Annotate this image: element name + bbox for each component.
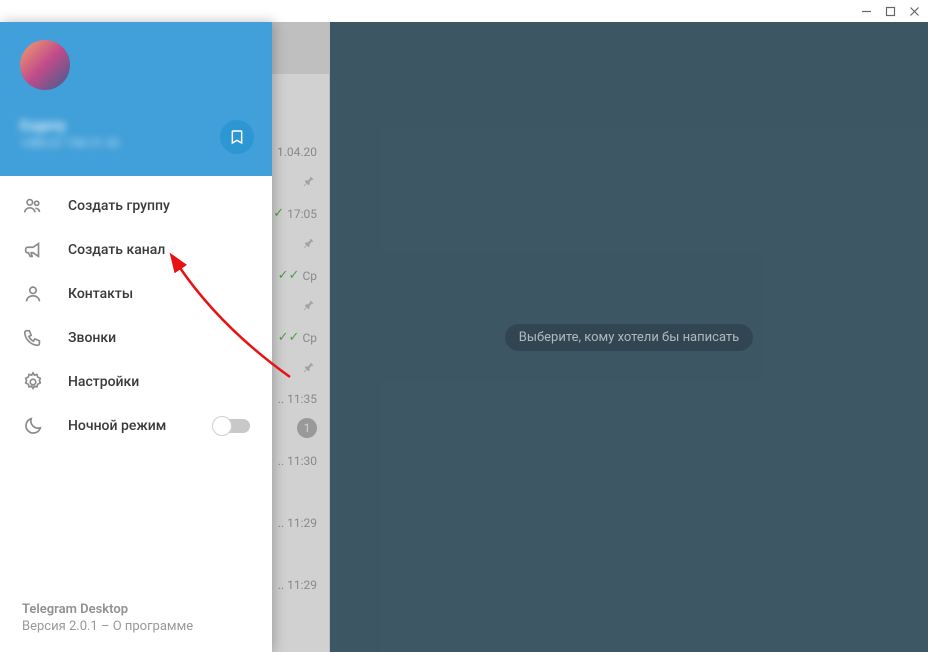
drawer-header: Eugeny +380 67 744 21 42 [0,22,272,176]
app-version[interactable]: Версия 2.0.1 – О программе [22,619,250,634]
menu-item-label: Создать группу [68,198,170,214]
menu-new-group[interactable]: Создать группу [0,184,272,228]
menu-settings[interactable]: Настройки [0,360,272,404]
menu-item-label: Создать канал [68,242,165,258]
main-drawer: Eugeny +380 67 744 21 42 Создать группу … [0,22,272,652]
night-mode-toggle[interactable] [214,419,250,433]
moon-icon [22,415,44,437]
menu-contacts[interactable]: Контакты [0,272,272,316]
gear-icon [22,371,44,393]
app-name: Telegram Desktop [22,602,250,617]
menu-item-label: Контакты [68,286,133,302]
menu-night-mode[interactable]: Ночной режим [0,404,272,448]
menu-item-label: Настройки [68,374,139,390]
drawer-menu: Создать группу Создать канал Контакты Зв… [0,176,272,588]
maximize-button[interactable] [884,5,896,17]
close-button[interactable] [908,5,920,17]
drawer-footer: Telegram Desktop Версия 2.0.1 – О програ… [0,588,272,652]
menu-item-label: Звонки [68,330,116,346]
megaphone-icon [22,239,44,261]
phone-number: +380 67 744 21 42 [20,136,252,150]
contact-icon [22,283,44,305]
avatar[interactable] [20,40,70,90]
menu-item-label: Ночной режим [68,418,166,434]
group-icon [22,195,44,217]
menu-new-channel[interactable]: Создать канал [0,228,272,272]
saved-messages-button[interactable] [220,120,254,154]
username: Eugeny [20,118,252,134]
window-titlebar [0,0,928,22]
phone-icon [22,327,44,349]
menu-calls[interactable]: Звонки [0,316,272,360]
minimize-button[interactable] [860,5,872,17]
